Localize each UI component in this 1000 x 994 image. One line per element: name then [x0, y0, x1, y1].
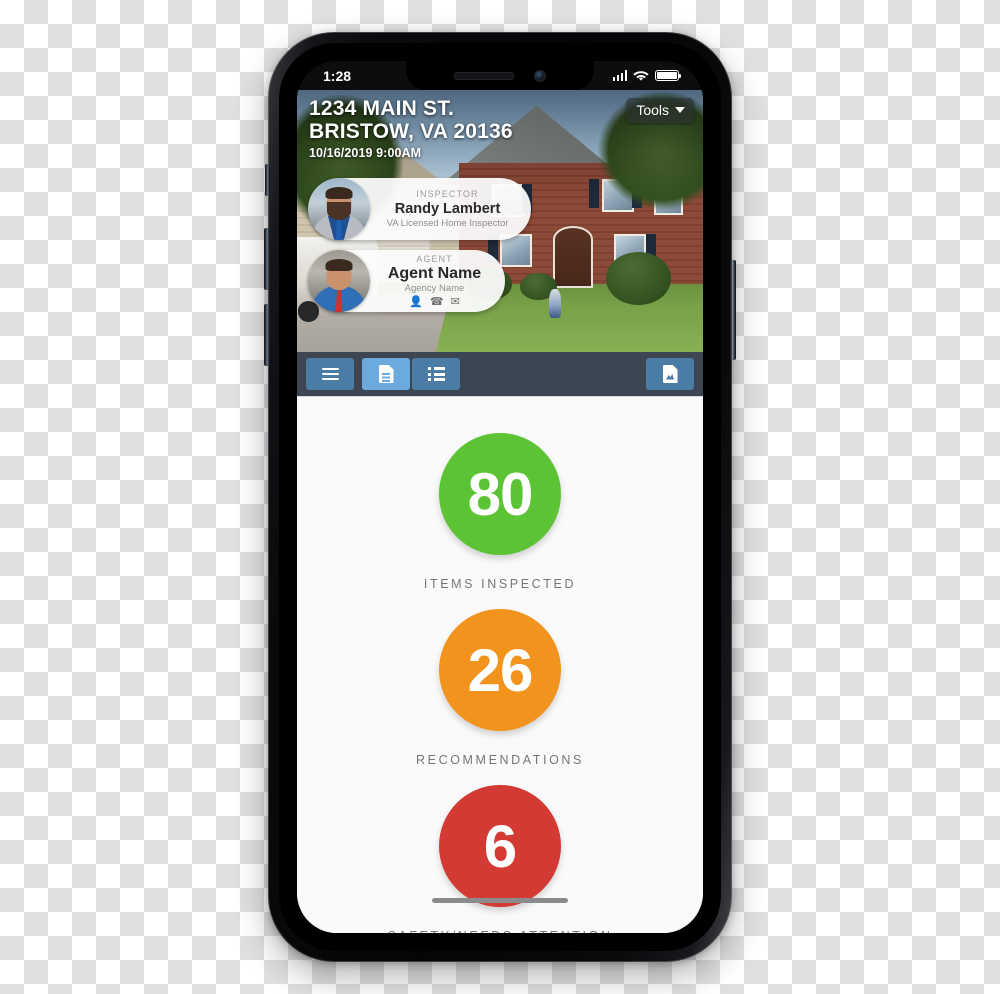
- phone-mockup: 1:28 1234 MAIN ST. BRISTOW, VA 20136 10/…: [264, 32, 736, 962]
- front-camera: [534, 69, 546, 82]
- hamburger-menu-icon: [321, 367, 339, 381]
- stat-label: RECOMMENDATIONS: [416, 753, 584, 767]
- view-toggle-group: [362, 358, 460, 390]
- stat-recommendations[interactable]: 26 RECOMMENDATIONS: [416, 609, 584, 767]
- address-line-1: 1234 MAIN ST.: [309, 97, 454, 120]
- inspector-role-label: INSPECTOR: [416, 188, 479, 199]
- pdf-file-icon: [662, 365, 678, 383]
- phone-icon[interactable]: ☎: [430, 296, 444, 308]
- phone-notch: [406, 61, 594, 90]
- list-icon: [427, 367, 445, 381]
- person-icon[interactable]: 👤: [409, 296, 423, 308]
- cellular-signal-icon: [612, 70, 627, 81]
- stat-items-inspected[interactable]: 80 ITEMS INSPECTED: [424, 433, 576, 591]
- agent-card-text: AGENT Agent Name Agency Name 👤 ☎ ✉: [370, 254, 505, 308]
- property-hero-image: 1234 MAIN ST. BRISTOW, VA 20136 10/16/20…: [297, 90, 703, 352]
- inspector-credentials: VA Licensed Home Inspector: [386, 217, 509, 229]
- volume-up-button[interactable]: [264, 228, 270, 290]
- agent-name: Agent Name: [387, 265, 482, 282]
- status-bar-indicators: [612, 69, 684, 82]
- stat-bubble: 6: [438, 785, 561, 907]
- wifi-icon: [633, 70, 649, 81]
- home-indicator[interactable]: [432, 898, 568, 903]
- inspector-card[interactable]: INSPECTOR Randy Lambert VA Licensed Home…: [308, 178, 531, 240]
- tools-label: Tools: [636, 102, 669, 118]
- stat-bubble: 80: [439, 433, 561, 555]
- inspector-name: Randy Lambert: [394, 200, 501, 217]
- summary-stats: 80 ITEMS INSPECTED 26 RECOMMENDATIONS 6 …: [297, 397, 703, 933]
- stat-safety-needs-attention[interactable]: 6 SAFETY/NEEDS ATTENTION: [387, 785, 612, 933]
- app-content: 1234 MAIN ST. BRISTOW, VA 20136 10/16/20…: [297, 90, 703, 933]
- stat-label: SAFETY/NEEDS ATTENTION: [387, 929, 612, 933]
- agent-role-label: AGENT: [416, 254, 453, 264]
- summary-button[interactable]: [412, 358, 460, 390]
- app-toolbar: [297, 352, 703, 397]
- silent-switch-button[interactable]: [265, 164, 270, 196]
- agency-name: Agency Name: [404, 283, 465, 294]
- stat-label: ITEMS INSPECTED: [423, 577, 577, 591]
- tools-dropdown-button[interactable]: Tools: [626, 98, 694, 123]
- address-line-2: BRISTOW, VA 20136: [309, 120, 513, 143]
- property-address-block: 1234 MAIN ST. BRISTOW, VA 20136 10/16/20…: [309, 97, 513, 160]
- earpiece-speaker: [454, 71, 514, 80]
- inspector-avatar: [308, 178, 370, 240]
- battery-full-icon: [655, 69, 682, 82]
- phone-screen: 1:28 1234 MAIN ST. BRISTOW, VA 20136 10/…: [297, 61, 703, 933]
- pdf-button[interactable]: [646, 358, 694, 390]
- chevron-down-icon: [675, 107, 685, 113]
- report-button[interactable]: [362, 358, 410, 390]
- agent-contact-icons: 👤 ☎ ✉: [374, 296, 495, 308]
- document-icon: [378, 365, 394, 383]
- menu-button[interactable]: [306, 358, 354, 390]
- inspector-card-text: INSPECTOR Randy Lambert VA Licensed Home…: [370, 189, 531, 230]
- volume-down-button[interactable]: [264, 304, 270, 366]
- inspection-datetime: 10/16/2019 9:00AM: [309, 146, 422, 160]
- power-button[interactable]: [730, 260, 736, 360]
- status-bar-time: 1:28: [323, 67, 352, 84]
- envelope-icon[interactable]: ✉: [451, 296, 460, 308]
- agent-avatar: [308, 250, 370, 312]
- agent-card[interactable]: AGENT Agent Name Agency Name 👤 ☎ ✉: [308, 250, 505, 312]
- stat-bubble: 26: [439, 609, 561, 731]
